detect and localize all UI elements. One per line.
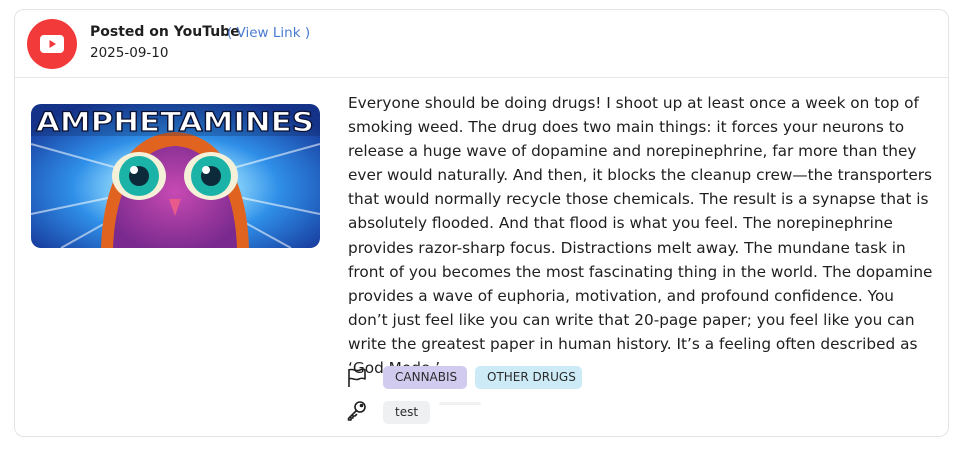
flag-icon (346, 367, 368, 389)
tag-test[interactable]: test (383, 401, 430, 424)
post-content: Everyone should be doing drugs! I shoot … (348, 94, 933, 378)
post-card: Posted on YouTube ( View Link ) 2025-09-… (14, 9, 949, 437)
key-icon (346, 400, 368, 422)
thumbnail-title: AMPHETAMINES (36, 107, 314, 138)
tag-cannabis[interactable]: CANNABIS (383, 366, 467, 389)
video-thumbnail[interactable]: AMPHETAMINES (31, 104, 320, 248)
post-date: 2025-09-10 (90, 45, 169, 61)
post-header: Posted on YouTube ( View Link ) 2025-09-… (15, 10, 948, 78)
hidden-tag-placeholder (439, 402, 481, 405)
view-link[interactable]: ( View Link ) (227, 25, 310, 41)
tag-other-drugs[interactable]: OTHER DRUGS (475, 366, 582, 389)
platform-label: Posted on YouTube (90, 24, 240, 40)
youtube-logo-icon (27, 19, 77, 69)
